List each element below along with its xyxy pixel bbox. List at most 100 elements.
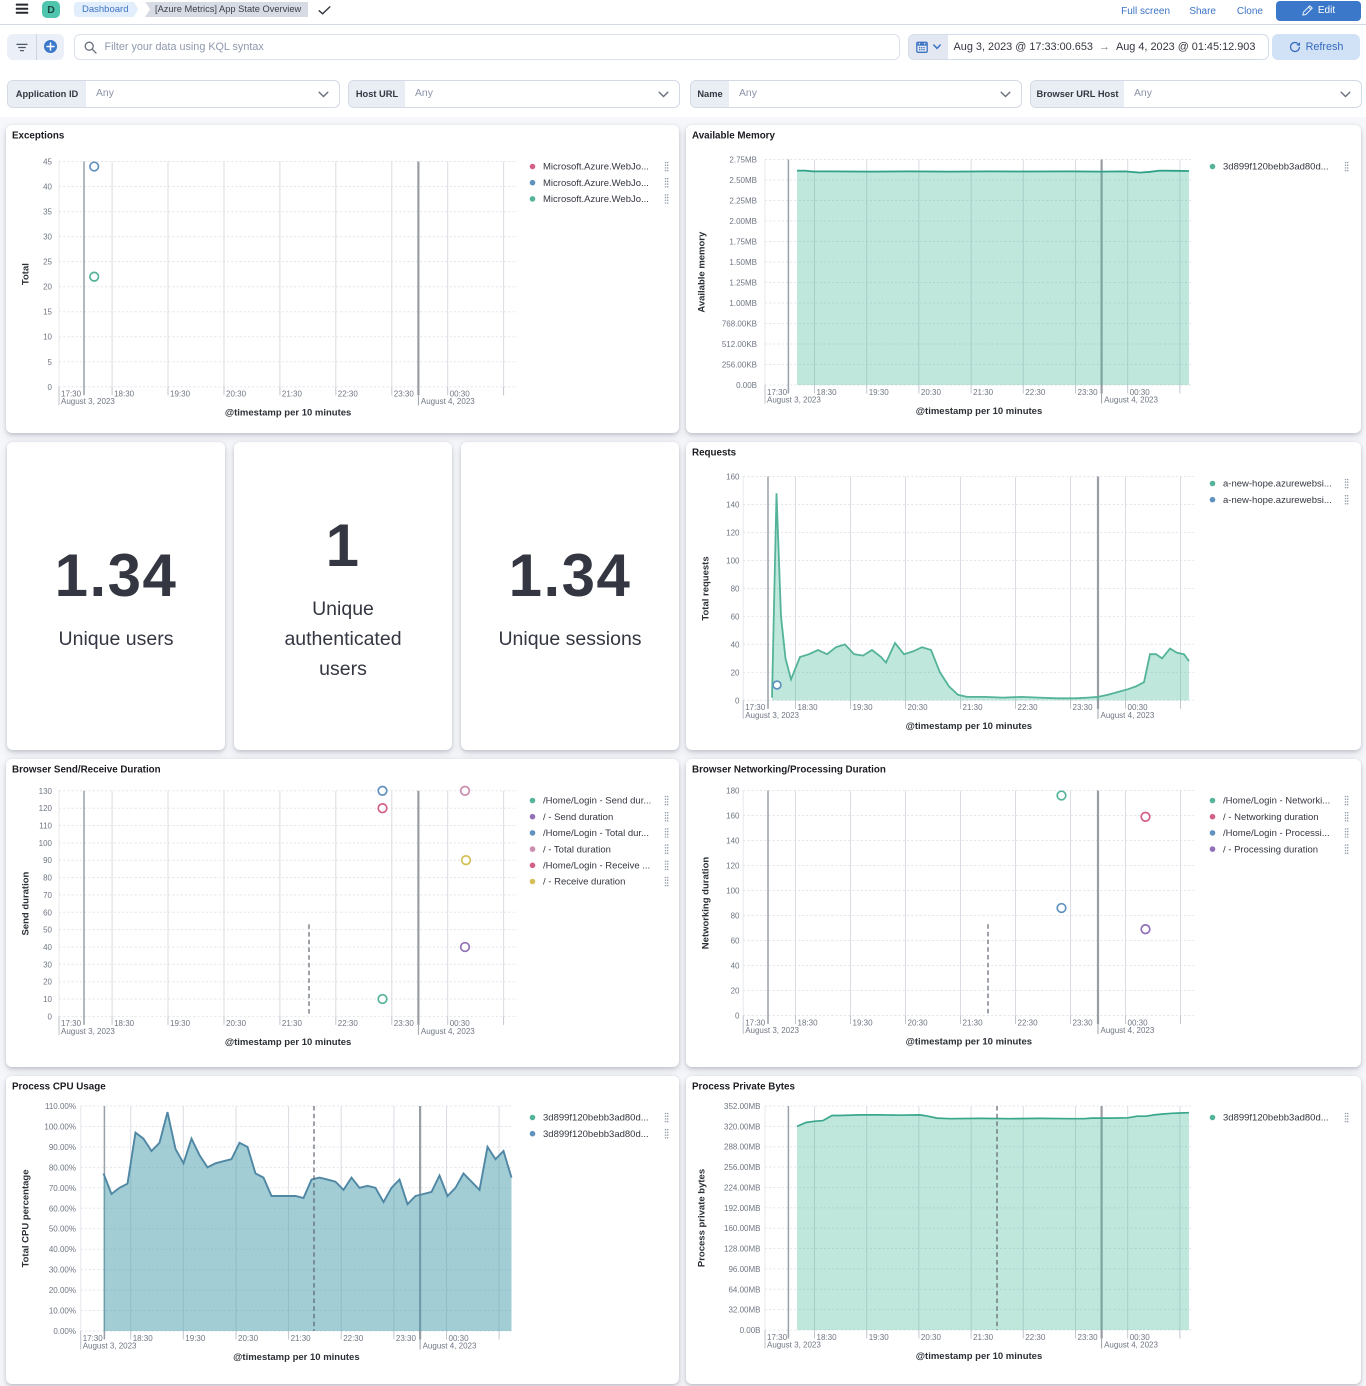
- svg-text:120: 120: [726, 862, 740, 871]
- svg-text:30: 30: [43, 233, 52, 242]
- svg-text:0: 0: [48, 1012, 53, 1021]
- svg-text:1.75MB: 1.75MB: [729, 238, 757, 247]
- svg-text:2.25MB: 2.25MB: [729, 197, 757, 206]
- svg-text:224.00MB: 224.00MB: [724, 1184, 760, 1193]
- svg-text:35: 35: [43, 208, 52, 217]
- svg-text:160: 160: [726, 473, 740, 482]
- svg-text:160: 160: [726, 812, 740, 821]
- svg-text:/ - Receive duration: / - Receive duration: [543, 877, 625, 888]
- svg-text:110.00%: 110.00%: [45, 1102, 76, 1111]
- svg-text:August 3, 2023: August 3, 2023: [767, 1340, 821, 1349]
- svg-text:/ - Processing duration: / - Processing duration: [1223, 844, 1318, 855]
- svg-text:0.00B: 0.00B: [736, 381, 757, 390]
- svg-text:22:30: 22:30: [1018, 703, 1039, 712]
- svg-text:40.00%: 40.00%: [49, 1245, 76, 1254]
- svg-text:August 4, 2023: August 4, 2023: [423, 1341, 477, 1350]
- svg-text:@timestamp per 10 minutes: @timestamp per 10 minutes: [916, 1351, 1042, 1362]
- svg-text:19:30: 19:30: [185, 1334, 206, 1343]
- svg-text:60: 60: [731, 937, 740, 946]
- svg-text:23:30: 23:30: [394, 1019, 415, 1028]
- svg-text:Networking duration: Networking duration: [701, 857, 712, 950]
- svg-text:22:30: 22:30: [343, 1334, 364, 1343]
- svg-text:120: 120: [39, 804, 53, 813]
- svg-text:Total: Total: [21, 263, 32, 285]
- svg-text:@timestamp per 10 minutes: @timestamp per 10 minutes: [233, 1352, 359, 1363]
- svg-text:128.00MB: 128.00MB: [724, 1245, 760, 1254]
- svg-text:10.00%: 10.00%: [49, 1307, 76, 1316]
- svg-text:90.00%: 90.00%: [49, 1143, 76, 1152]
- svg-text:19:30: 19:30: [853, 1018, 874, 1027]
- svg-text:19:30: 19:30: [170, 390, 191, 399]
- svg-text:0: 0: [48, 383, 53, 392]
- svg-text:23:30: 23:30: [1078, 1333, 1099, 1342]
- svg-text:120: 120: [726, 529, 740, 538]
- svg-text:15: 15: [43, 308, 52, 317]
- svg-text:/Home/Login - Total dur...: /Home/Login - Total dur...: [543, 828, 649, 839]
- svg-text:19:30: 19:30: [853, 703, 874, 712]
- svg-text:1.25MB: 1.25MB: [729, 279, 757, 288]
- svg-text:@timestamp per 10 minutes: @timestamp per 10 minutes: [225, 408, 351, 419]
- svg-text:/ - Total duration: / - Total duration: [543, 844, 611, 855]
- svg-text:20: 20: [731, 987, 740, 996]
- svg-text:1.50MB: 1.50MB: [729, 258, 757, 267]
- svg-text:Requests: Requests: [692, 448, 737, 459]
- svg-text:@timestamp per 10 minutes: @timestamp per 10 minutes: [225, 1037, 351, 1048]
- svg-text:Available memory: Available memory: [697, 231, 708, 313]
- svg-text:20: 20: [43, 283, 52, 292]
- svg-text:3d899f120bebb3ad80d...: 3d899f120bebb3ad80d...: [1223, 162, 1329, 173]
- svg-text:Send duration: Send duration: [21, 871, 32, 935]
- svg-text:a-new-hope.azurewebsi...: a-new-hope.azurewebsi...: [1223, 479, 1332, 490]
- svg-text:160.00MB: 160.00MB: [724, 1224, 760, 1233]
- svg-text:20.00%: 20.00%: [49, 1286, 76, 1295]
- svg-text:21:30: 21:30: [282, 390, 303, 399]
- svg-text:0.00%: 0.00%: [53, 1327, 76, 1336]
- svg-text:0: 0: [735, 1012, 740, 1021]
- svg-text:45: 45: [43, 158, 52, 167]
- svg-text:August 4, 2023: August 4, 2023: [421, 397, 475, 406]
- svg-text:23:30: 23:30: [1073, 703, 1094, 712]
- svg-text:64.00MB: 64.00MB: [728, 1285, 760, 1294]
- svg-text:30: 30: [43, 960, 52, 969]
- svg-text:/ - Send duration: / - Send duration: [543, 812, 613, 823]
- svg-text:21:30: 21:30: [291, 1334, 312, 1343]
- svg-text:40: 40: [43, 183, 52, 192]
- svg-text:352.00MB: 352.00MB: [724, 1102, 760, 1111]
- svg-text:100.00%: 100.00%: [44, 1123, 76, 1132]
- svg-text:/ - Networking duration: / - Networking duration: [1223, 812, 1319, 823]
- svg-text:40: 40: [43, 943, 52, 952]
- svg-text:192.00MB: 192.00MB: [724, 1204, 760, 1213]
- svg-text:32.00MB: 32.00MB: [728, 1306, 760, 1315]
- svg-text:Microsoft.Azure.WebJo...: Microsoft.Azure.WebJo...: [543, 194, 649, 205]
- svg-text:Browser Send/Receive Duration: Browser Send/Receive Duration: [12, 765, 161, 776]
- svg-text:21:30: 21:30: [282, 1019, 303, 1028]
- svg-text:256.00KB: 256.00KB: [722, 361, 757, 370]
- svg-text:22:30: 22:30: [1025, 388, 1046, 397]
- svg-text:20:30: 20:30: [238, 1334, 259, 1343]
- svg-text:0: 0: [735, 696, 740, 705]
- svg-text:@timestamp per 10 minutes: @timestamp per 10 minutes: [906, 721, 1032, 732]
- svg-text:70: 70: [43, 891, 52, 900]
- svg-text:60: 60: [43, 908, 52, 917]
- svg-text:288.00MB: 288.00MB: [724, 1143, 760, 1152]
- svg-text:180: 180: [726, 787, 740, 796]
- svg-text:August 4, 2023: August 4, 2023: [421, 1027, 475, 1036]
- svg-text:22:30: 22:30: [338, 1019, 359, 1028]
- svg-text:Microsoft.Azure.WebJo...: Microsoft.Azure.WebJo...: [543, 162, 649, 173]
- svg-text:August 4, 2023: August 4, 2023: [1101, 1026, 1155, 1035]
- svg-text:80.00%: 80.00%: [49, 1163, 76, 1172]
- svg-text:23:30: 23:30: [396, 1334, 417, 1343]
- svg-text:80: 80: [731, 585, 740, 594]
- svg-text:Process private bytes: Process private bytes: [697, 1169, 708, 1267]
- svg-text:3d899f120bebb3ad80d...: 3d899f120bebb3ad80d...: [543, 1129, 649, 1140]
- svg-text:August 3, 2023: August 3, 2023: [745, 1026, 799, 1035]
- svg-text:21:30: 21:30: [973, 1333, 994, 1342]
- svg-text:40: 40: [731, 962, 740, 971]
- svg-text:a-new-hope.azurewebsi...: a-new-hope.azurewebsi...: [1223, 495, 1332, 506]
- svg-text:256.00MB: 256.00MB: [724, 1163, 760, 1172]
- svg-text:70.00%: 70.00%: [49, 1184, 76, 1193]
- svg-text:140: 140: [726, 501, 740, 510]
- svg-text:100: 100: [726, 557, 740, 566]
- svg-text:80: 80: [731, 912, 740, 921]
- svg-text:Process CPU Usage: Process CPU Usage: [12, 1082, 106, 1093]
- svg-text:768.00KB: 768.00KB: [722, 320, 757, 329]
